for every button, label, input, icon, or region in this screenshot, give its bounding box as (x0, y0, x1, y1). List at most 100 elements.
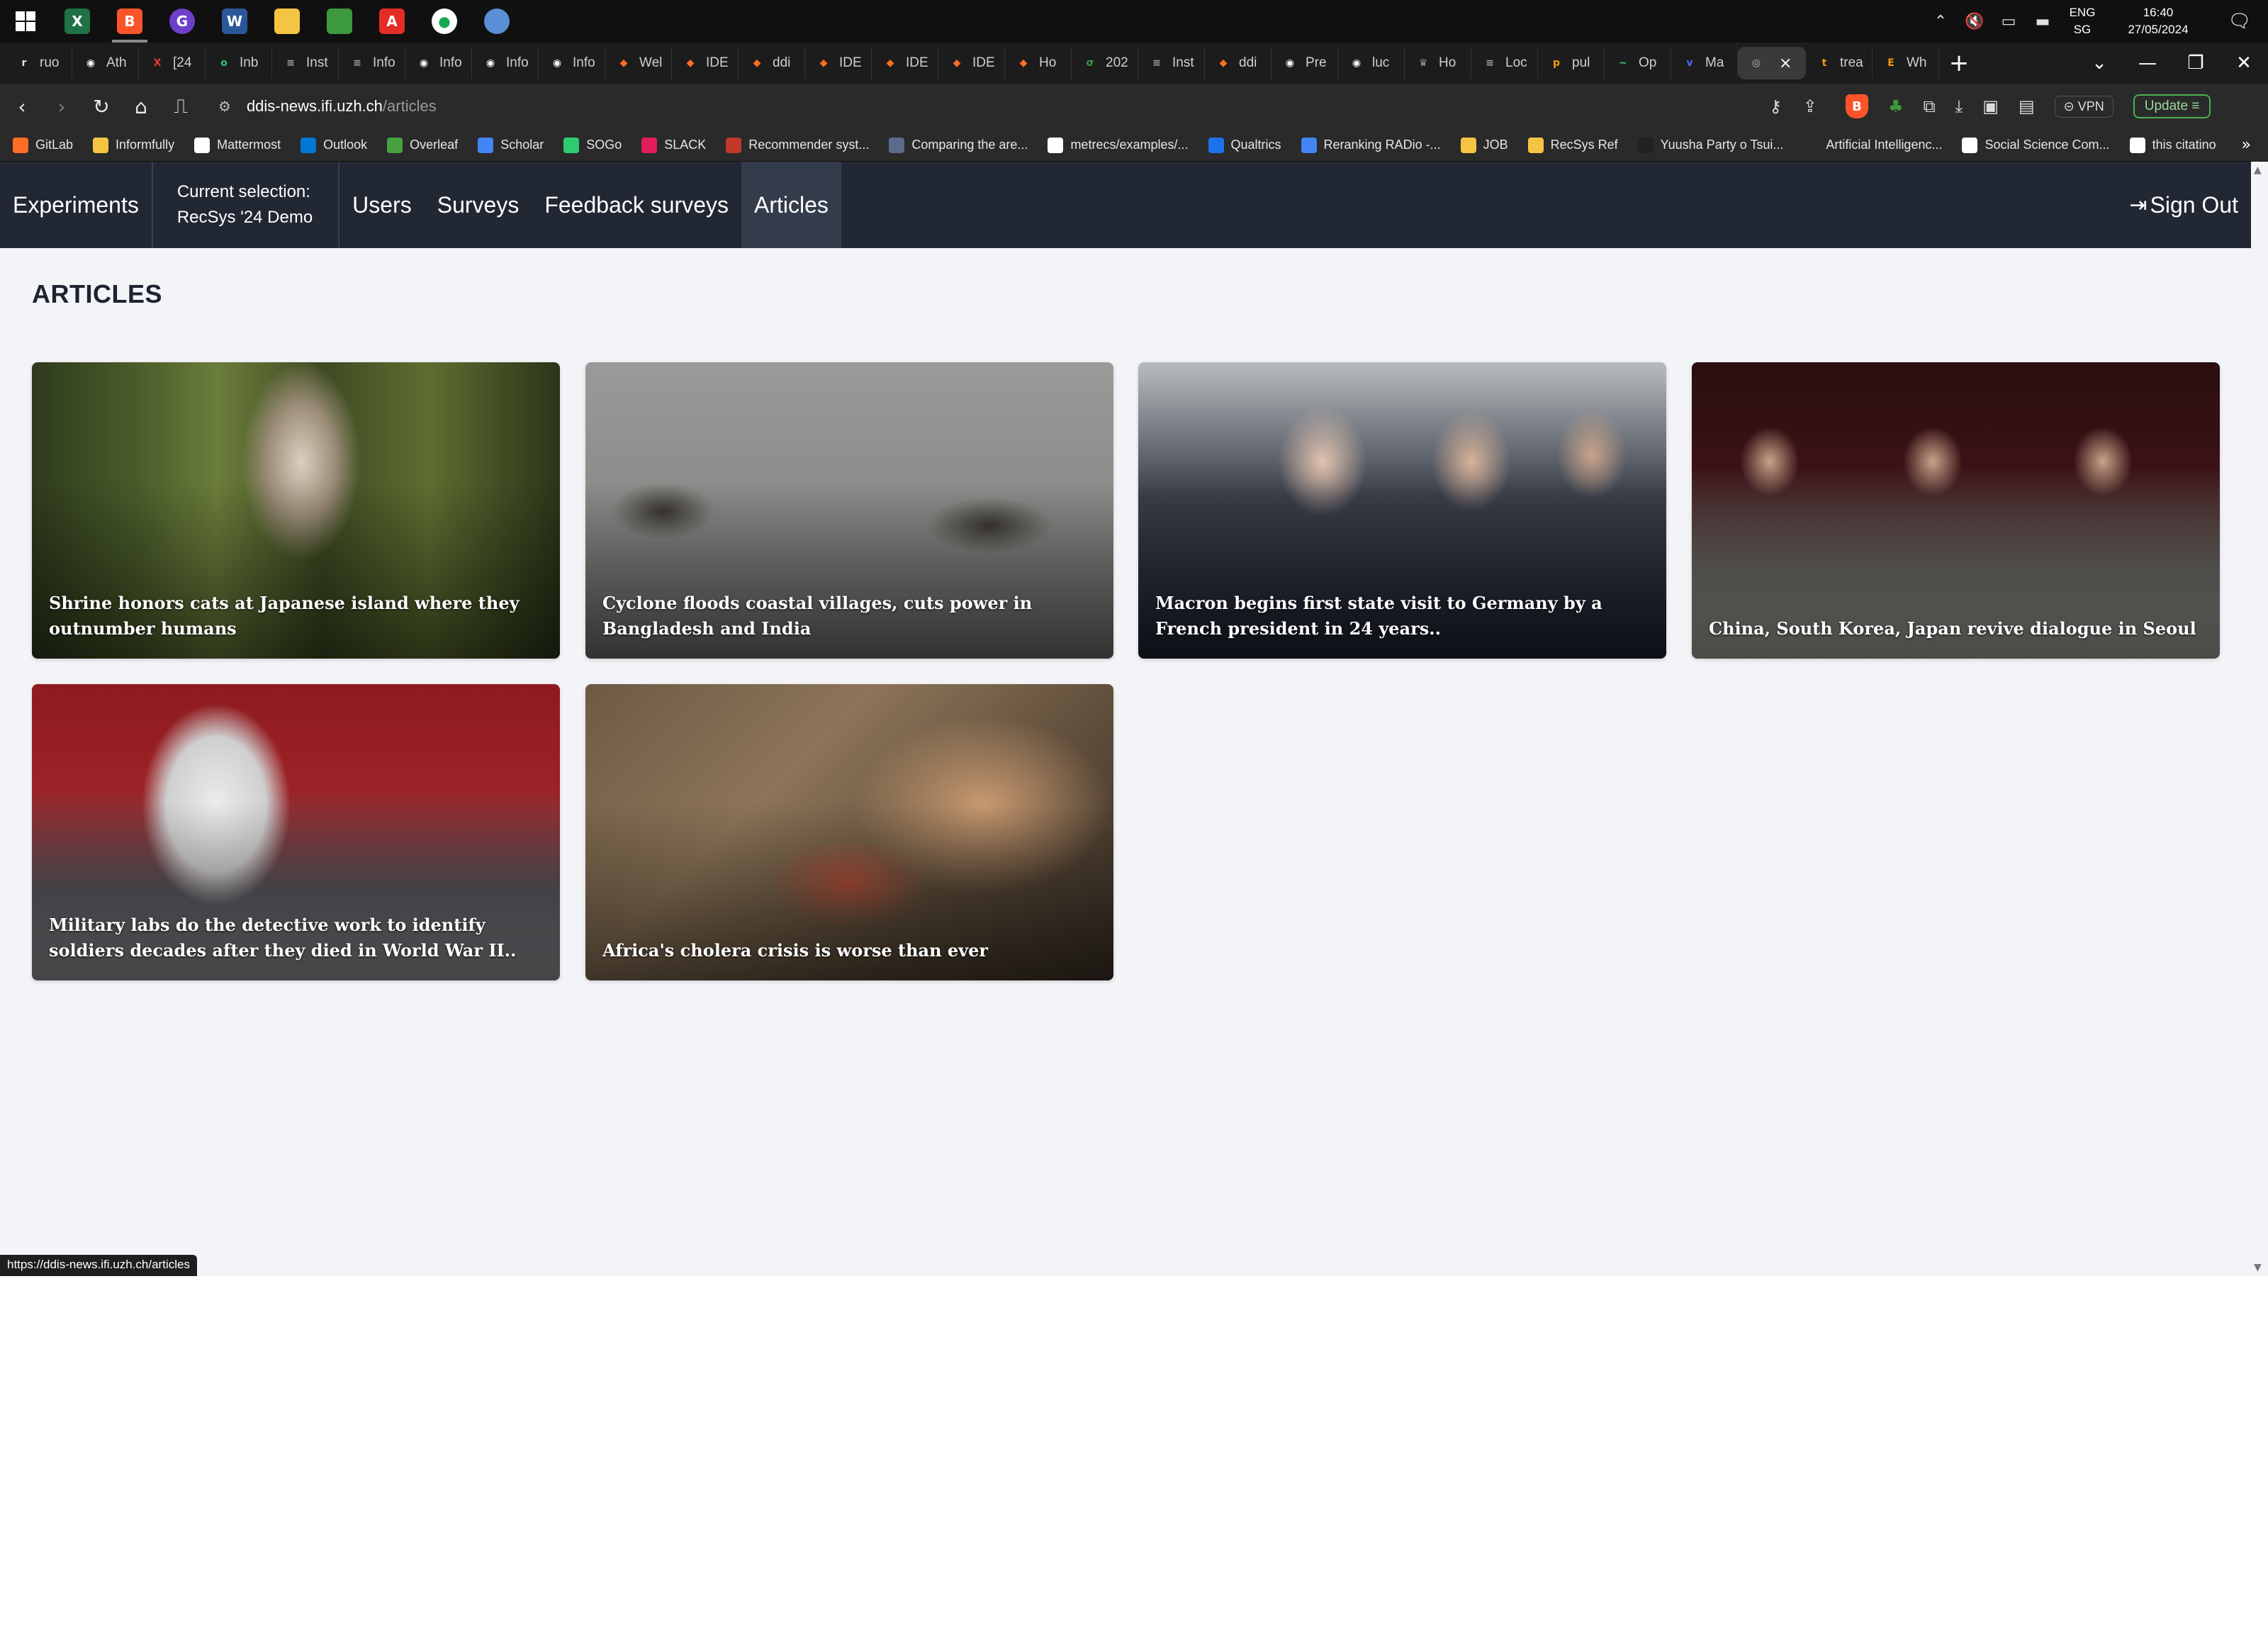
extension-icon[interactable]: ♣ (1888, 96, 1904, 116)
bookmark-item[interactable]: GitLab (13, 137, 73, 153)
bookmark-item[interactable]: Recommender syst... (726, 137, 869, 153)
network-icon[interactable]: ▭ (1992, 13, 2026, 30)
browser-tab[interactable]: v Ma (1671, 47, 1738, 79)
wallet-icon[interactable]: ▤ (2019, 96, 2035, 116)
back-button[interactable]: ‹ (4, 89, 40, 124)
browser-tab[interactable]: E Wh (1873, 47, 1939, 79)
taskbar-acrobat[interactable]: A (366, 0, 418, 43)
bookmark-item[interactable]: Informfully (93, 137, 174, 153)
article-card[interactable]: China, South Korea, Japan revive dialogu… (1692, 362, 2220, 659)
restore-button[interactable]: ❐ (2172, 52, 2220, 74)
update-button[interactable]: Update ≡ (2133, 94, 2211, 118)
browser-tab[interactable]: o Inb (206, 47, 272, 79)
brave-shields-icon[interactable]: B (1846, 94, 1868, 118)
bookmarks-overflow-icon[interactable]: » (2242, 136, 2251, 154)
browser-tab[interactable]: ◉ Info (405, 47, 472, 79)
browser-tab[interactable]: ◆ ddi (1205, 47, 1271, 79)
volume-muted-icon[interactable]: 🔇 (1958, 13, 1992, 30)
article-card[interactable]: Cyclone floods coastal villages, cuts po… (585, 362, 1113, 659)
nav-users[interactable]: Users (339, 162, 425, 248)
browser-tab[interactable]: σ 202 (1072, 47, 1138, 79)
minimize-button[interactable]: — (2123, 52, 2172, 74)
taskbar-brave[interactable]: B (103, 0, 156, 43)
bookmark-button[interactable]: ⎍ (163, 89, 198, 124)
article-card[interactable]: Military labs do the detective work to i… (32, 684, 560, 980)
bookmark-item[interactable]: JOB (1460, 137, 1508, 153)
bookmark-item[interactable]: Comparing the are... (889, 137, 1028, 153)
nav-articles[interactable]: Articles (741, 162, 841, 248)
windows-start-button[interactable] (0, 0, 51, 43)
bookmark-item[interactable]: Yuusha Party o Tsui... (1637, 137, 1783, 153)
browser-tab[interactable]: ◉ Ath (72, 47, 139, 79)
browser-tab[interactable]: ≡ Info (339, 47, 405, 79)
bookmark-item[interactable]: Qualtrics (1208, 137, 1281, 153)
taskbar-excel[interactable]: X (51, 0, 103, 43)
browser-tab[interactable]: ◉ Info (472, 47, 539, 79)
password-key-icon[interactable]: ⚷ (1769, 96, 1782, 116)
site-info-icon[interactable]: ⚙ (218, 98, 231, 115)
browser-tab[interactable]: ≡ Inst (1138, 47, 1205, 79)
battery-icon[interactable]: ▬ (2026, 13, 2060, 30)
current-selection[interactable]: Current selection: RecSys '24 Demo (153, 162, 340, 248)
forward-button[interactable]: › (44, 89, 79, 124)
clock[interactable]: 16:40 27/05/2024 (2105, 4, 2211, 38)
bookmark-item[interactable]: Outlook (301, 137, 367, 153)
close-tab-icon[interactable]: × (1779, 55, 1792, 72)
browser-tab[interactable]: ◆ IDE (672, 47, 739, 79)
browser-tab[interactable]: X [24 (139, 47, 206, 79)
browser-tab[interactable]: ◆ ddi (739, 47, 805, 79)
bookmark-item[interactable]: this citatino (2129, 137, 2216, 153)
taskbar-github-desktop[interactable]: G (156, 0, 208, 43)
share-icon[interactable]: ⇪ (1803, 96, 1817, 116)
home-button[interactable]: ⌂ (123, 89, 159, 124)
browser-tab[interactable]: ≡ Loc (1471, 47, 1538, 79)
bookmark-item[interactable]: Social Science Com... (1962, 137, 2110, 153)
bookmark-item[interactable]: Artificial Intelligenc... (1803, 137, 1942, 153)
reload-button[interactable]: ↻ (84, 89, 119, 124)
nav-experiments[interactable]: Experiments (0, 162, 153, 248)
browser-tab[interactable]: ◆ IDE (805, 47, 872, 79)
browser-tab[interactable]: ◉ Pre (1271, 47, 1338, 79)
bookmark-item[interactable]: Overleaf (387, 137, 458, 153)
tab-active[interactable]: ◎ × (1738, 47, 1806, 79)
page-scrollbar[interactable]: ▲ ▼ (2251, 162, 2268, 1276)
taskbar-word[interactable]: W (208, 0, 261, 43)
close-window-button[interactable]: ✕ (2220, 52, 2268, 74)
browser-tab[interactable]: ◆ Ho (1005, 47, 1072, 79)
sidebar-toggle-icon[interactable]: ▣ (1982, 96, 1999, 116)
article-card[interactable]: Africa's cholera crisis is worse than ev… (585, 684, 1113, 980)
tab-search-chevron-icon[interactable]: ⌄ (2075, 52, 2123, 74)
scroll-down-arrow-icon[interactable]: ▼ (2254, 1262, 2262, 1273)
browser-tab[interactable]: ◉ Info (539, 47, 605, 79)
taskbar-paint[interactable] (471, 0, 523, 43)
browser-tab[interactable]: ◆ Wel (605, 47, 672, 79)
bookmark-item[interactable]: Mattermost (194, 137, 281, 153)
article-card[interactable]: Macron begins first state visit to Germa… (1138, 362, 1666, 659)
notification-center-icon[interactable]: 🗨 (2211, 11, 2268, 32)
taskbar-file-explorer[interactable] (261, 0, 313, 43)
browser-tab[interactable]: ◆ IDE (872, 47, 938, 79)
browser-tab[interactable]: r ruo (6, 47, 72, 79)
downloads-icon[interactable]: ⤓ (1955, 96, 1963, 116)
taskbar-notepad[interactable] (313, 0, 366, 43)
bookmark-item[interactable]: Scholar (478, 137, 544, 153)
taskbar-mongodb-compass[interactable]: ● (418, 0, 471, 43)
article-card[interactable]: Shrine honors cats at Japanese island wh… (32, 362, 560, 659)
nav-surveys[interactable]: Surveys (425, 162, 532, 248)
nav-feedback-surveys[interactable]: Feedback surveys (532, 162, 741, 248)
browser-tab[interactable]: ♛ Ho (1405, 47, 1471, 79)
address-bar[interactable]: ⚙ ddis-news.ifi.uzh.ch/articles ⚷ ⇪ (207, 90, 1830, 123)
input-language[interactable]: ENG SG (2060, 4, 2105, 38)
bookmark-item[interactable]: Reranking RADio -... (1301, 137, 1441, 153)
scroll-up-arrow-icon[interactable]: ▲ (2254, 164, 2262, 176)
browser-tab[interactable]: ◆ IDE (938, 47, 1005, 79)
bookmark-item[interactable]: SLACK (641, 137, 706, 153)
extensions-puzzle-icon[interactable]: ⧉ (1924, 96, 1936, 116)
new-tab-button[interactable]: + (1939, 49, 1979, 77)
bookmark-item[interactable]: SOGo (563, 137, 622, 153)
browser-tab[interactable]: ~ Op (1605, 47, 1671, 79)
bookmark-item[interactable]: RecSys Ref (1527, 137, 1618, 153)
sign-out-button[interactable]: ⇥ Sign Out (2129, 192, 2251, 218)
bookmark-item[interactable]: metrecs/examples/... (1048, 137, 1189, 153)
browser-tab[interactable]: ◉ luc (1338, 47, 1405, 79)
